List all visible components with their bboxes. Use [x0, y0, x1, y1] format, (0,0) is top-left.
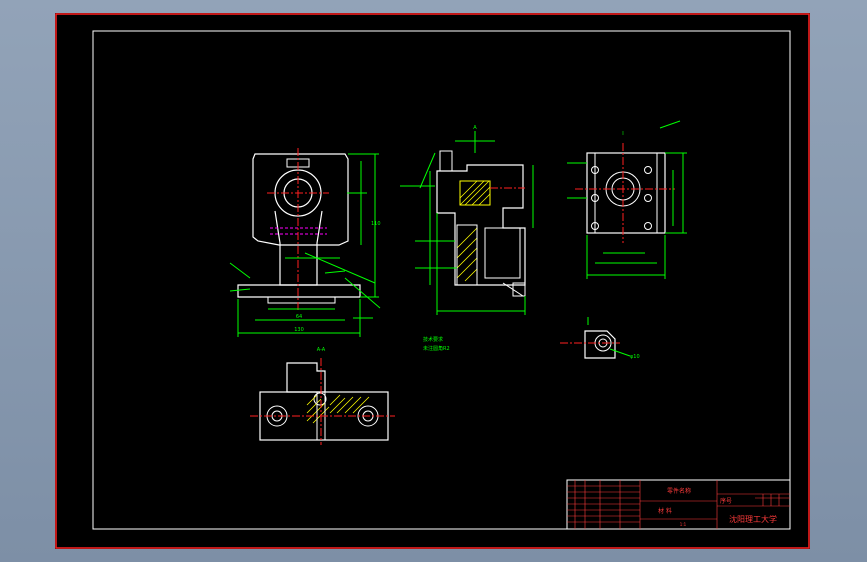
top-view-label: I	[622, 131, 623, 137]
title-seq-label: 序号	[720, 497, 732, 505]
technical-notes: 技术要求 未注圆角R2	[423, 336, 450, 352]
tech-req-title: 技术要求	[423, 336, 443, 343]
dim-width-inner-text: 64	[296, 314, 302, 320]
side-body	[436, 164, 526, 286]
top-outline	[586, 152, 666, 234]
section-hatching	[306, 394, 370, 424]
cad-viewport: 130 64 110 A I φ10 A-A 技术要求 未注圆角R2 零件名称 …	[0, 0, 867, 562]
side-section-view: A	[400, 125, 534, 315]
dim-height-total-text: 110	[371, 221, 381, 227]
top-hole-2	[644, 166, 652, 174]
title-block: 零件名称 材 料 序号 沈阳理工大学 1:1	[566, 479, 791, 530]
side-cap	[439, 150, 453, 172]
detail-view: φ10	[560, 317, 640, 360]
sheet-border	[55, 13, 810, 549]
drawing-sheet: 130 64 110 A I φ10 A-A 技术要求 未注圆角R2 零件名称 …	[55, 13, 810, 549]
top-inner	[594, 152, 658, 234]
section-aa-label: A-A	[317, 347, 326, 353]
tech-req-detail: 未注圆角R2	[423, 345, 450, 352]
drawing-frame	[92, 30, 791, 530]
detail-hole-text: φ10	[630, 354, 640, 360]
dim-width-total-text: 130	[294, 327, 304, 333]
front-base	[237, 284, 361, 298]
title-scale: 1:1	[680, 522, 687, 527]
title-university: 沈阳理工大学	[729, 514, 777, 524]
front-housing	[252, 153, 349, 246]
section-center-bore	[313, 392, 327, 406]
drawing-canvas: 130 64 110 A I φ10 A-A 技术要求 未注圆角R2 零件名称 …	[55, 13, 810, 549]
title-material: 材 料	[658, 507, 672, 515]
title-part-name: 零件名称	[667, 487, 691, 495]
top-hole-6	[644, 222, 652, 230]
side-rib	[484, 227, 521, 279]
front-view: 130 64 110	[229, 148, 381, 337]
top-hole-4	[644, 194, 652, 202]
section-aa-view: A-A	[250, 347, 395, 445]
top-view: I	[567, 120, 687, 279]
side-view-label: A	[473, 125, 477, 131]
section-upper	[286, 362, 326, 393]
front-base-foot	[267, 297, 336, 304]
